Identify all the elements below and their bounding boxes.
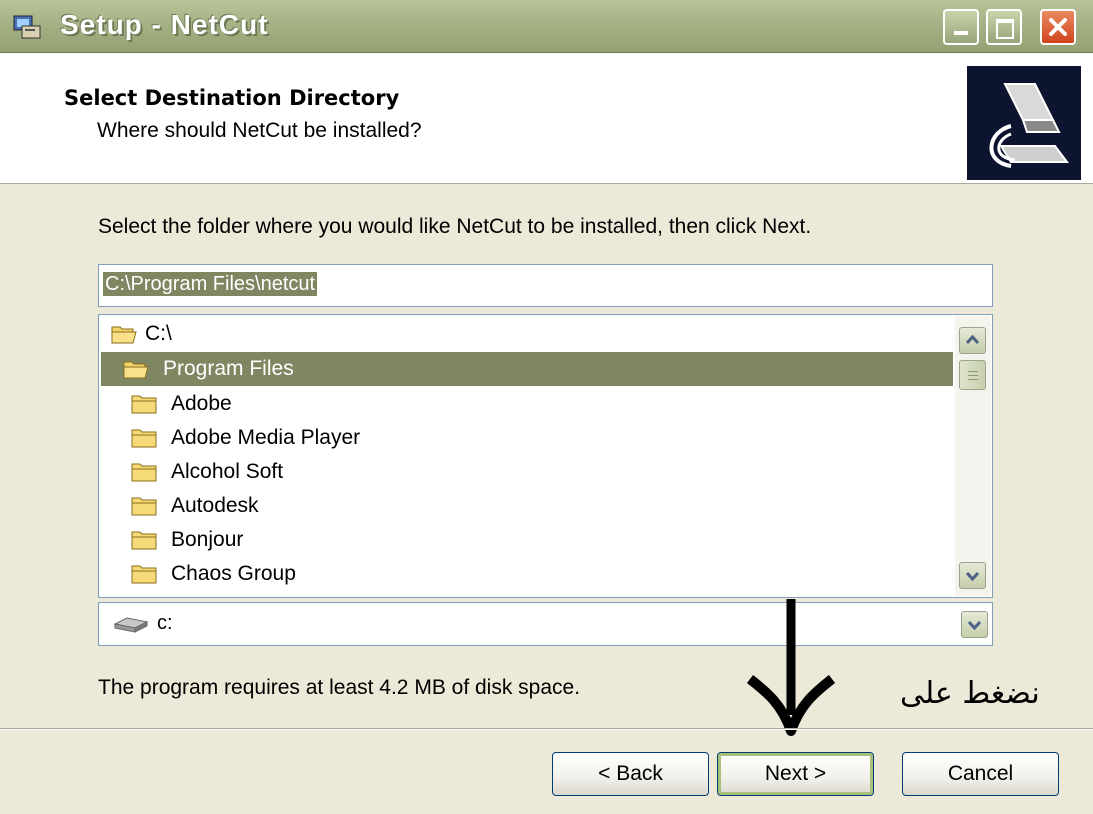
page-title: Select Destination Directory [64,86,400,110]
minimize-button[interactable] [943,9,979,45]
folder-label: Program Files [163,357,294,380]
folder-icon [131,463,157,482]
back-button[interactable]: < Back [552,752,709,796]
folder-label: C:\ [145,322,172,345]
destination-path-value: C:\Program Files\netcut [103,272,318,296]
folder-label: Alcohol Soft [171,460,284,483]
scroll-thumb[interactable] [959,360,986,390]
instruction-text: Select the folder where you would like N… [98,215,812,238]
maximize-button[interactable] [986,9,1022,45]
close-icon [1049,18,1067,36]
setup-app-icon [13,15,41,39]
folder-label: Adobe Media Player [171,426,361,449]
hard-drive-icon [113,617,149,633]
folder-open-icon [111,326,137,344]
folder-label: Bonjour [171,528,244,551]
folder-open-icon [123,361,149,379]
folder-icon [131,395,157,414]
folder-item[interactable]: Adobe Media Player [101,421,953,455]
folder-icon [131,497,157,516]
drive-select[interactable]: c: [98,602,993,646]
computer-install-icon [967,66,1081,180]
arrow-down-annotation-icon [746,599,836,736]
drive-label: c: [157,612,173,634]
drive-dropdown-button[interactable] [961,611,988,638]
setup-window: Setup - NetCut Select Destination Direct… [0,0,1093,814]
folder-item[interactable]: Chaos Group [101,557,953,591]
destination-path-input[interactable]: C:\Program Files\netcut [98,264,993,307]
title-bar[interactable]: Setup - NetCut [0,0,1093,53]
folder-label: Chaos Group [171,562,296,585]
folder-icon [131,565,157,584]
folder-item[interactable]: Alcohol Soft [101,455,953,489]
folder-icon [131,531,157,550]
folder-label: Autodesk [171,494,259,517]
annotation-text: نضغط على [900,676,1040,711]
folder-tree[interactable]: C:\ Program Files Adobe Adobe Media Play… [98,314,993,598]
footer-divider [0,728,1093,730]
folder-icon [131,429,157,448]
scroll-up-button[interactable] [959,327,986,354]
folder-item[interactable]: C:\ [101,317,953,351]
folder-item[interactable]: Autodesk [101,489,953,523]
window-title: Setup - NetCut [60,9,269,40]
wizard-header: Select Destination Directory Where shoul… [0,53,1093,184]
folder-label: Adobe [171,392,232,415]
folder-scrollbar[interactable] [955,316,991,596]
folder-item-selected[interactable]: Program Files [101,352,953,386]
close-button[interactable] [1040,9,1076,45]
chevron-up-icon [965,334,980,345]
page-subtitle: Where should NetCut be installed? [97,119,422,142]
next-button[interactable]: Next > [717,752,874,796]
folder-item[interactable]: Bonjour [101,523,953,557]
folder-item[interactable]: Adobe [101,387,953,421]
chevron-down-icon [965,571,980,582]
chevron-down-icon [967,620,982,631]
cancel-button[interactable]: Cancel [902,752,1059,796]
scroll-down-button[interactable] [959,562,986,589]
disk-space-text: The program requires at least 4.2 MB of … [98,676,581,699]
